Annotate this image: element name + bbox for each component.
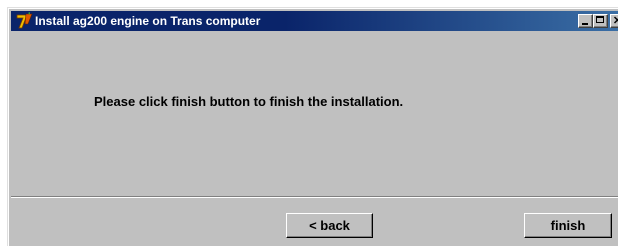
finish-button[interactable]: finish [524,213,612,238]
instruction-text: Please click finish button to finish the… [94,94,404,109]
separator-highlight [11,197,618,198]
close-button[interactable]: ✕ [610,14,618,28]
installer-window: Install ag200 engine on Trans computer ✕… [7,7,618,246]
minimize-button[interactable] [578,14,593,28]
content-area: Please click finish button to finish the… [11,33,618,196]
close-icon: ✕ [612,15,618,27]
window-title: Install ag200 engine on Trans computer [35,14,261,28]
title-bar[interactable]: Install ag200 engine on Trans computer ✕ [11,11,618,31]
back-button[interactable]: < back [286,213,373,238]
maximize-button[interactable] [593,14,608,28]
maximize-icon [596,16,604,23]
installer-icon [16,12,33,29]
minimize-icon [582,23,588,25]
